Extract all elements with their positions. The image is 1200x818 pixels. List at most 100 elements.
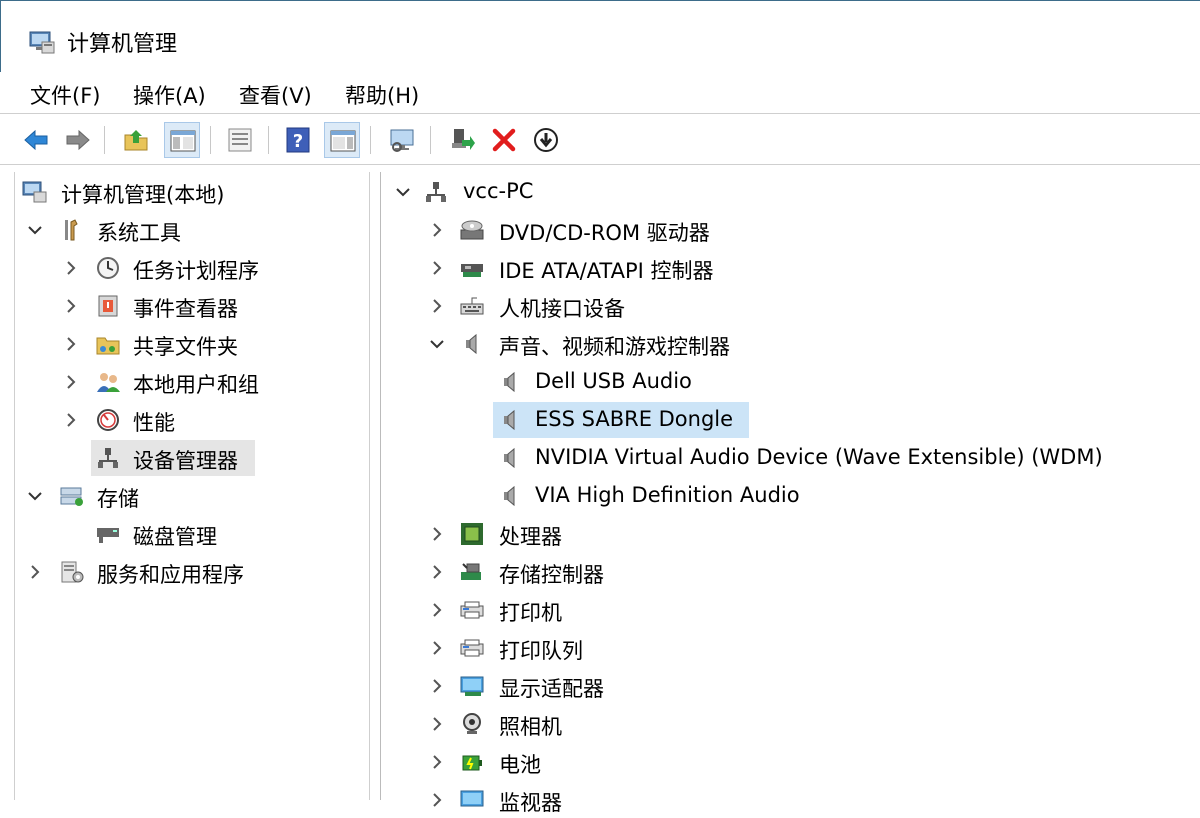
event-viewer-icon bbox=[95, 294, 121, 318]
battery-icon bbox=[459, 750, 485, 774]
chevron-right-icon bbox=[31, 565, 40, 579]
chevron-right-icon bbox=[433, 565, 442, 579]
processor-icon bbox=[459, 522, 485, 546]
device-category-monitor[interactable]: 监视器 bbox=[381, 782, 1181, 818]
tree-label: 性能 bbox=[133, 411, 175, 435]
storage-icon bbox=[59, 484, 85, 508]
device-category-dvd[interactable]: DVD/CD-ROM 驱动器 bbox=[381, 212, 1181, 248]
tree-label: 显示适配器 bbox=[499, 677, 604, 701]
tree-label: 系统工具 bbox=[97, 221, 181, 245]
services-icon bbox=[59, 560, 85, 584]
tree-label: 电池 bbox=[499, 753, 541, 777]
show-action-pane-icon bbox=[330, 130, 356, 152]
chevron-down-icon bbox=[28, 492, 42, 501]
display-adapter-icon bbox=[459, 674, 485, 698]
window-title: 计算机管理 bbox=[67, 32, 178, 57]
up-level-button[interactable] bbox=[118, 122, 154, 158]
tree-label: 存储 bbox=[97, 487, 139, 511]
tree-item-device-manager[interactable]: 设备管理器 bbox=[15, 440, 355, 476]
device-category-battery[interactable]: 电池 bbox=[381, 744, 1181, 780]
tree-label: 事件查看器 bbox=[133, 297, 238, 321]
tree-item-storage[interactable]: 存储 bbox=[15, 478, 355, 514]
chevron-down-icon bbox=[28, 226, 42, 235]
toolbar-separator bbox=[210, 126, 211, 154]
ide-controller-icon bbox=[459, 256, 485, 280]
menu-bar: 文件(F) 操作(A) 查看(V) 帮助(H) bbox=[0, 72, 1200, 112]
tree-label: VIA High Definition Audio bbox=[535, 483, 800, 507]
chevron-right-icon bbox=[433, 717, 442, 731]
clock-icon bbox=[95, 256, 121, 280]
tree-item-disk-management[interactable]: 磁盘管理 bbox=[15, 516, 355, 552]
tree-item-performance[interactable]: 性能 bbox=[15, 402, 355, 438]
uninstall-device-button[interactable] bbox=[486, 122, 522, 158]
device-category-printer[interactable]: 打印机 bbox=[381, 592, 1181, 628]
speaker-icon bbox=[497, 408, 523, 432]
speaker-icon bbox=[497, 446, 523, 470]
update-driver-button[interactable] bbox=[444, 122, 480, 158]
help-button[interactable]: ? bbox=[280, 122, 316, 158]
svg-text:?: ? bbox=[293, 131, 303, 152]
properties-button[interactable] bbox=[222, 122, 258, 158]
tree-item-services-apps[interactable]: 服务和应用程序 bbox=[15, 554, 355, 590]
tree-item-event-viewer[interactable]: 事件查看器 bbox=[15, 288, 355, 324]
users-icon bbox=[95, 370, 121, 394]
tree-label: 本地用户和组 bbox=[133, 373, 259, 397]
device-category-processor[interactable]: 处理器 bbox=[381, 516, 1181, 552]
device-category-print-queue[interactable]: 打印队列 bbox=[381, 630, 1181, 666]
device-category-storage-controller[interactable]: 存储控制器 bbox=[381, 554, 1181, 590]
speaker-icon bbox=[459, 332, 485, 356]
camera-icon bbox=[459, 712, 485, 736]
chevron-right-icon bbox=[433, 755, 442, 769]
menu-help[interactable]: 帮助(H) bbox=[345, 80, 419, 110]
chevron-right-icon bbox=[67, 299, 76, 313]
hid-icon bbox=[459, 294, 485, 318]
monitor-icon bbox=[459, 788, 485, 812]
device-ess-sabre-dongle[interactable]: ESS SABRE Dongle bbox=[381, 402, 1181, 438]
device-root[interactable]: vcc-PC bbox=[381, 174, 1181, 210]
tree-label: 人机接口设备 bbox=[499, 297, 625, 321]
scan-hardware-button[interactable] bbox=[384, 122, 420, 158]
printer-icon bbox=[459, 636, 485, 660]
chevron-right-icon bbox=[67, 261, 76, 275]
disable-device-button[interactable] bbox=[528, 122, 564, 158]
chevron-right-icon bbox=[433, 261, 442, 275]
show-hide-tree-button[interactable] bbox=[164, 122, 200, 158]
disable-device-icon bbox=[534, 128, 558, 152]
menu-view[interactable]: 查看(V) bbox=[239, 80, 312, 110]
device-nvidia-virtual-audio[interactable]: NVIDIA Virtual Audio Device (Wave Extens… bbox=[381, 440, 1181, 476]
tree-label: 磁盘管理 bbox=[133, 525, 217, 549]
tree-item-local-users[interactable]: 本地用户和组 bbox=[15, 364, 355, 400]
menu-file[interactable]: 文件(F) bbox=[30, 80, 100, 110]
device-via-hd-audio[interactable]: VIA High Definition Audio bbox=[381, 478, 1181, 514]
tree-item-shared-folders[interactable]: 共享文件夹 bbox=[15, 326, 355, 362]
update-driver-icon bbox=[452, 129, 475, 150]
tools-icon bbox=[59, 218, 85, 242]
forward-button[interactable] bbox=[60, 122, 96, 158]
tree-label: 处理器 bbox=[499, 525, 562, 549]
device-dell-usb-audio[interactable]: Dell USB Audio bbox=[381, 364, 1181, 400]
tree-item-computer-management[interactable]: 计算机管理(本地) bbox=[15, 174, 355, 210]
device-category-display[interactable]: 显示适配器 bbox=[381, 668, 1181, 704]
device-category-camera[interactable]: 照相机 bbox=[381, 706, 1181, 742]
tree-label: 设备管理器 bbox=[133, 449, 238, 473]
help-icon: ? bbox=[286, 127, 310, 153]
tree-label: 服务和应用程序 bbox=[97, 563, 244, 587]
uninstall-icon bbox=[492, 128, 516, 152]
device-category-sound[interactable]: 声音、视频和游戏控制器 bbox=[381, 326, 1181, 362]
tree-item-task-scheduler[interactable]: 任务计划程序 bbox=[15, 250, 355, 286]
toolbar-separator bbox=[268, 126, 269, 154]
computer-management-icon bbox=[28, 29, 56, 55]
chevron-right-icon bbox=[433, 641, 442, 655]
back-button[interactable] bbox=[18, 122, 54, 158]
toolbar-separator bbox=[370, 126, 371, 154]
tree-label: ESS SABRE Dongle bbox=[535, 407, 734, 431]
device-category-ide[interactable]: IDE ATA/ATAPI 控制器 bbox=[381, 250, 1181, 286]
device-category-hid[interactable]: 人机接口设备 bbox=[381, 288, 1181, 324]
speaker-icon bbox=[497, 484, 523, 508]
show-action-pane-button[interactable] bbox=[324, 122, 360, 158]
window-titlebar: 计算机管理 bbox=[0, 0, 1200, 72]
computer-management-icon bbox=[21, 180, 47, 204]
tree-item-system-tools[interactable]: 系统工具 bbox=[15, 212, 355, 248]
menu-action[interactable]: 操作(A) bbox=[133, 80, 206, 110]
chevron-down-icon bbox=[430, 340, 444, 349]
